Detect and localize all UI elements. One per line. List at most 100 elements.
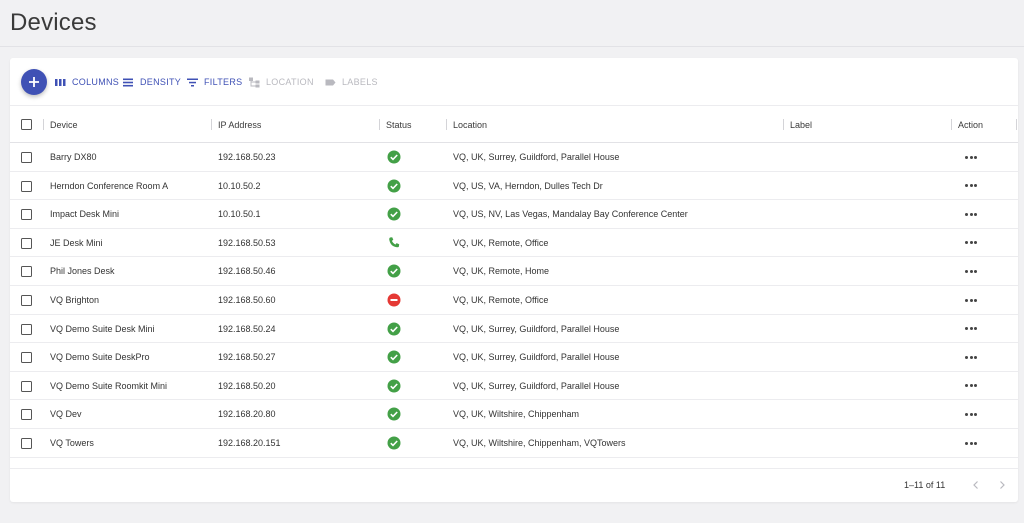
row-checkbox[interactable] (21, 438, 32, 449)
columns-icon (55, 78, 66, 86)
row-checkbox[interactable] (21, 152, 32, 163)
column-separator[interactable] (379, 119, 380, 130)
column-header-device[interactable]: Device (50, 106, 78, 143)
table-row[interactable]: Phil Jones Desk 192.168.50.46 VQ, UK, Remo… (10, 257, 1018, 286)
column-header-location[interactable]: Location (453, 106, 487, 143)
device-name: VQ Towers (50, 438, 94, 448)
labels-label: LABELS (342, 77, 378, 87)
more-actions-button[interactable] (963, 350, 979, 364)
more-actions-button[interactable] (963, 322, 979, 336)
device-name: JE Desk Mini (50, 237, 103, 248)
device-name: Herndon Conference Room A (50, 180, 169, 191)
status-online-icon (387, 436, 401, 450)
ip-address: 192.168.20.80 (218, 409, 276, 420)
location: VQ, UK, Remote, Home (453, 266, 550, 277)
table-row[interactable]: VQ Brighton 192.168.50.60 VQ, UK, Remote, … (10, 286, 1018, 315)
column-header-ip-address[interactable]: IP Address (218, 106, 261, 143)
device-name: Barry DX80 (50, 152, 97, 162)
select-all-checkbox[interactable] (21, 119, 32, 130)
chevron-right-icon (1000, 481, 1005, 489)
status-online-icon (387, 407, 401, 421)
row-checkbox[interactable] (21, 323, 32, 335)
more-actions-button[interactable] (963, 264, 979, 278)
more-actions-button[interactable] (963, 407, 979, 421)
labels-button[interactable]: LABELS (325, 75, 378, 89)
device-name: VQ Brighton (50, 295, 100, 305)
column-header-status[interactable]: Status (386, 106, 412, 143)
ip-address: 192.168.50.23 (218, 152, 276, 162)
column-separator[interactable] (43, 119, 44, 130)
row-checkbox[interactable] (21, 209, 32, 221)
table-row[interactable]: Impact Desk Mini 10.10.50.1 VQ, US, NV, La… (10, 200, 1018, 229)
plus-icon (29, 77, 39, 87)
ip-address: 192.168.20.151 (218, 438, 281, 448)
status-online-icon (387, 350, 401, 364)
filters-button[interactable]: FILTERS (187, 75, 242, 89)
table-row[interactable]: Barry DX80 192.168.50.23 VQ, UK, Surrey, G… (10, 143, 1018, 172)
more-actions-button[interactable] (963, 379, 979, 393)
add-device-button[interactable] (21, 69, 47, 95)
ip-address: 192.168.50.53 (218, 237, 276, 248)
table-toolbar: COLUMNS DENSITY FILTERS LOCATION LABELS (10, 58, 1018, 106)
row-checkbox[interactable] (21, 237, 32, 249)
density-label: DENSITY (140, 77, 182, 87)
filter-icon (187, 78, 198, 86)
ip-address: 192.168.50.24 (218, 323, 276, 334)
table-row[interactable]: JE Desk Mini 192.168.50.53 VQ, UK, Remote,… (10, 229, 1018, 258)
table-row[interactable]: VQ Towers 192.168.20.151 VQ, UK, Wiltshire… (10, 429, 1018, 458)
status-online-icon (387, 207, 401, 221)
column-separator[interactable] (211, 119, 212, 130)
location: VQ, UK, Surrey, Guildford, Parallel Hous… (453, 152, 620, 162)
table-row[interactable]: VQ Demo Suite Desk Mini 192.168.50.24 VQ, … (10, 315, 1018, 344)
column-header-label[interactable]: Label (790, 106, 812, 143)
table-row[interactable]: VQ Demo Suite Roomkit Mini 192.168.50.20 V… (10, 372, 1018, 401)
filters-label: FILTERS (204, 77, 243, 87)
table-row[interactable]: Herndon Conference Room A 10.10.50.2 VQ, U… (10, 172, 1018, 201)
density-button[interactable]: DENSITY (123, 75, 181, 89)
status-online-icon (387, 264, 401, 278)
table-row[interactable]: VQ Dev 192.168.20.80 VQ, UK, Wiltshire, Ch… (10, 400, 1018, 429)
ip-address: 192.168.50.20 (218, 380, 276, 391)
table-row[interactable]: VQ Demo Suite DeskPro 192.168.50.27 VQ, UK… (10, 343, 1018, 372)
row-checkbox[interactable] (21, 409, 32, 421)
location: VQ, UK, Surrey, Guildford, Parallel Hous… (453, 323, 620, 334)
more-actions-button[interactable] (963, 179, 979, 193)
columns-label: COLUMNS (72, 77, 120, 87)
previous-page-button[interactable] (969, 478, 983, 492)
location: VQ, US, VA, Herndon, Dulles Tech Dr (453, 180, 603, 191)
location: VQ, UK, Surrey, Guildford, Parallel Hous… (453, 352, 620, 363)
next-page-button[interactable] (995, 478, 1009, 492)
status-online-icon (387, 179, 401, 193)
more-actions-button[interactable] (963, 436, 979, 450)
chevron-left-icon (973, 481, 978, 489)
more-actions-button[interactable] (963, 293, 979, 307)
row-checkbox[interactable] (21, 380, 32, 392)
column-header-action: Action (958, 119, 984, 130)
status-offline-icon (387, 293, 401, 307)
table-header: Device IP Address Status Location Label … (10, 105, 1018, 143)
row-checkbox[interactable] (21, 295, 32, 306)
ip-address: 192.168.50.46 (218, 266, 276, 277)
status-in-call-phone-icon (387, 236, 401, 250)
row-checkbox[interactable] (21, 266, 32, 278)
label-tag-icon (325, 79, 336, 85)
more-actions-button[interactable] (963, 150, 979, 164)
columns-button[interactable]: COLUMNS (55, 75, 119, 89)
location: VQ, US, NV, Las Vegas, Mandalay Bay Conf… (453, 209, 688, 220)
column-separator[interactable] (446, 119, 447, 130)
location-button[interactable]: LOCATION (249, 75, 314, 89)
column-separator[interactable] (1016, 119, 1017, 130)
location: VQ, UK, Remote, Office (453, 237, 549, 248)
location-label: LOCATION (266, 77, 314, 87)
column-separator[interactable] (783, 119, 784, 130)
row-checkbox[interactable] (21, 352, 32, 364)
row-checkbox[interactable] (21, 180, 32, 192)
column-separator[interactable] (951, 119, 952, 130)
ip-address: 10.10.50.1 (218, 209, 261, 220)
ip-address: 10.10.50.2 (218, 180, 261, 191)
more-actions-button[interactable] (963, 207, 979, 221)
location: VQ, UK, Remote, Office (453, 295, 549, 305)
more-actions-button[interactable] (963, 236, 979, 250)
ip-address: 192.168.50.60 (218, 295, 276, 305)
location-tree-icon (249, 77, 260, 87)
